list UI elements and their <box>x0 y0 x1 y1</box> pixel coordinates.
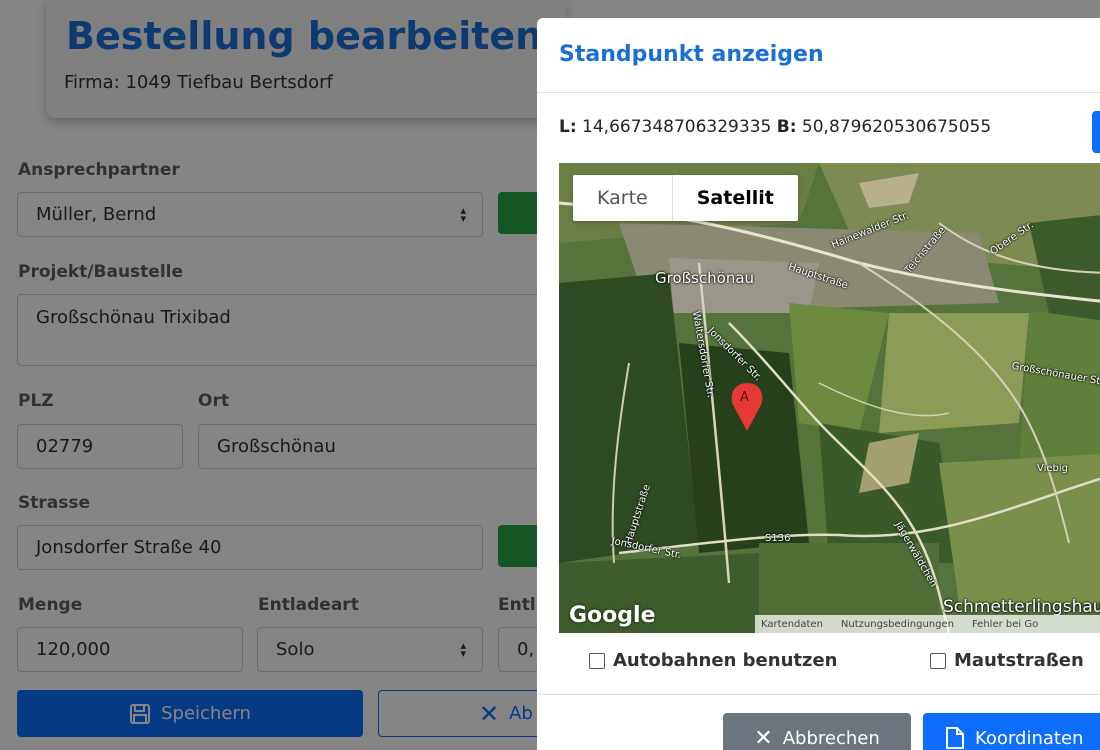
map-label-town: Großschönau <box>655 269 755 287</box>
satellite-map[interactable]: A Karte Satellit Großschönau Hauptstraße… <box>559 163 1100 633</box>
lon-label: L: <box>559 117 577 137</box>
close-icon: ✕ <box>754 725 773 750</box>
avoid-highways-checkbox[interactable]: Autobahnen benutzen <box>589 650 838 671</box>
cancel-label: Abbrechen <box>782 727 880 749</box>
checkbox-box[interactable] <box>589 652 605 669</box>
map-label-street: Viebig <box>1037 463 1069 474</box>
lat-label: B: <box>776 117 797 137</box>
map-type-satellite-button[interactable]: Satellit <box>673 175 798 221</box>
checkbox-box[interactable] <box>930 652 946 669</box>
file-icon <box>946 727 964 749</box>
modal-title: Standpunkt anzeigen <box>559 42 824 67</box>
apply-coordinates-button[interactable]: Koordinaten <box>923 713 1100 750</box>
coordinates-label: Koordinaten <box>975 727 1084 749</box>
attribution-terms[interactable]: Nutzungsbedingungen <box>841 619 954 630</box>
highways-label: Autobahnen benutzen <box>613 650 838 671</box>
google-logo: Google <box>569 603 656 628</box>
map-type-toggle: Karte Satellit <box>573 175 798 221</box>
map-label-street: S136 <box>765 533 791 544</box>
divider <box>537 92 1100 93</box>
divider <box>537 694 1100 695</box>
map-marker-icon: A <box>740 390 749 405</box>
tolls-label: Mautstraßen <box>954 650 1084 671</box>
coordinates-readout: L: 14,667348706329335 B: 50,879620530675… <box>559 117 991 137</box>
attribution-map-data[interactable]: Kartendaten <box>761 619 823 630</box>
attribution-report[interactable]: Fehler bei Go <box>972 619 1038 630</box>
lat-value: 50,879620530675055 <box>801 117 992 137</box>
toll-roads-checkbox[interactable]: Mautstraßen <box>930 650 1084 671</box>
modal-action-button[interactable] <box>1092 111 1100 153</box>
map-type-map-button[interactable]: Karte <box>573 175 673 221</box>
lon-value: 14,667348706329335 <box>582 117 772 137</box>
cancel-button[interactable]: ✕ Abbrechen <box>723 713 911 750</box>
location-modal: Standpunkt anzeigen L: 14,66734870632933… <box>537 18 1100 750</box>
map-label-place: Schmetterlingshaus <box>943 597 1100 617</box>
map-attribution: Kartendaten Nutzungsbedingungen Fehler b… <box>755 615 1100 633</box>
